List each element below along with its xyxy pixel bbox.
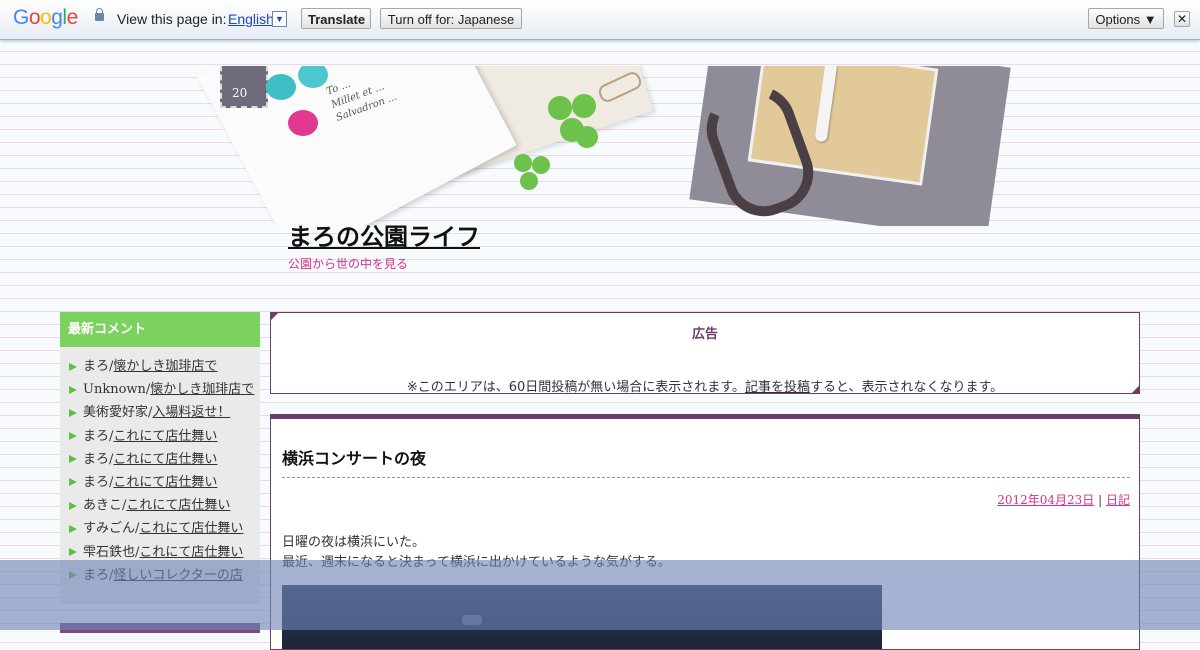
post-category-link[interactable]: 日記 <box>1106 493 1130 507</box>
logo-letter: g <box>51 6 63 29</box>
post-meta: 2012年04月23日 | 日記 <box>997 493 1130 507</box>
post-date-link[interactable]: 2012年04月23日 <box>997 493 1094 507</box>
post-title: 横浜コンサートの夜 <box>282 449 427 468</box>
arrow-right-icon <box>69 455 77 464</box>
comment-article-link[interactable]: 懐かしき珈琲店で <box>150 382 254 397</box>
ad-title: 広告 <box>691 327 718 342</box>
stamp-number: 20 <box>232 86 248 100</box>
arrow-right-icon <box>69 478 77 487</box>
list-item: まろ/これにて店仕舞い <box>60 471 260 494</box>
list-item: すみごん/これにて店仕舞い <box>60 517 260 540</box>
arrow-right-icon <box>69 524 77 533</box>
comment-article-link[interactable]: 懐かしき珈琲店で <box>113 359 217 374</box>
comment-author: あきこ/ <box>83 498 127 514</box>
comment-author: 美術愛好家/ <box>83 405 153 421</box>
view-page-in-label: View this page in: <box>117 11 227 27</box>
arrow-right-icon <box>69 548 77 556</box>
site-title[interactable]: まろの公園ライフ <box>288 217 480 252</box>
comment-author: Unknown/ <box>83 382 151 398</box>
list-item: あきこ/これにて店仕舞い <box>60 494 260 517</box>
list-item: 美術愛好家/入場料返せ！ <box>60 401 260 424</box>
arrow-right-icon <box>69 501 77 510</box>
logo-letter: o <box>28 6 41 29</box>
candy-icon <box>288 110 318 136</box>
comment-author: まろ/ <box>83 474 114 490</box>
logo-letter: e <box>66 6 79 29</box>
chevron-down-icon[interactable]: ▼ <box>272 11 287 27</box>
bottom-overlay <box>0 560 1200 630</box>
translate-button[interactable]: Translate <box>301 8 371 29</box>
comment-article-link[interactable]: これにて店仕舞い <box>139 521 243 536</box>
list-item: Unknown/懐かしき珈琲店で <box>60 378 260 401</box>
comment-author: まろ/ <box>83 451 114 467</box>
list-item: まろ/これにて店仕舞い <box>60 425 260 448</box>
comment-author: 雫石鉄也/ <box>83 544 140 560</box>
arrow-right-icon <box>69 408 77 417</box>
close-icon[interactable]: ✕ <box>1174 11 1190 27</box>
header-banner: To ... Millet et ... Salvadron ... 20 <box>180 66 1020 226</box>
logo-letter: G <box>13 6 29 29</box>
post-article-link[interactable]: 記事を投稿 <box>745 380 810 393</box>
options-button[interactable]: Options ▼ <box>1088 8 1164 29</box>
comment-article-link[interactable]: 入場料返せ！ <box>152 405 230 420</box>
comment-article-link[interactable]: これにて店仕舞い <box>113 429 217 444</box>
comment-author: まろ/ <box>83 428 114 444</box>
divider <box>282 477 1130 478</box>
site-description: 公園から世の中を見る <box>288 257 409 271</box>
comment-article-link[interactable]: これにて店仕舞い <box>126 498 230 513</box>
logo-letter: o <box>40 6 52 29</box>
turn-off-button[interactable]: Turn off for: Japanese <box>380 8 522 29</box>
recent-comments-list: まろ/懐かしき珈琲店で Unknown/懐かしき珈琲店で 美術愛好家/入場料返せ！ま… <box>60 347 260 587</box>
arrow-right-icon <box>69 362 77 371</box>
translate-bar: Google View this page in: English ▼ Tran… <box>0 0 1200 40</box>
recent-comments-title: 最新コメント <box>60 312 260 347</box>
list-item: まろ/これにて店仕舞い <box>60 448 260 471</box>
comment-article-link[interactable]: これにて店仕舞い <box>113 452 217 467</box>
arrow-right-icon <box>69 432 77 441</box>
comment-article-link[interactable]: これにて店仕舞い <box>139 545 243 560</box>
google-logo: Google <box>13 6 78 30</box>
comment-author: すみごん/ <box>83 521 140 537</box>
candy-icon <box>266 74 296 100</box>
lock-icon <box>95 8 104 21</box>
list-item: まろ/懐かしき珈琲店で <box>60 355 260 378</box>
comment-author: まろ/ <box>83 359 114 374</box>
ad-note: ※このエリアは、60日間投稿が無い場合に表示されます。記事を投稿すると、表示され… <box>406 380 1004 394</box>
language-select[interactable]: English <box>228 11 274 27</box>
arrow-right-icon <box>69 385 77 394</box>
comment-article-link[interactable]: これにて店仕舞い <box>113 475 217 490</box>
ad-area: 広告 ※このエリアは、60日間投稿が無い場合に表示されます。記事を投稿すると、表… <box>270 312 1140 394</box>
